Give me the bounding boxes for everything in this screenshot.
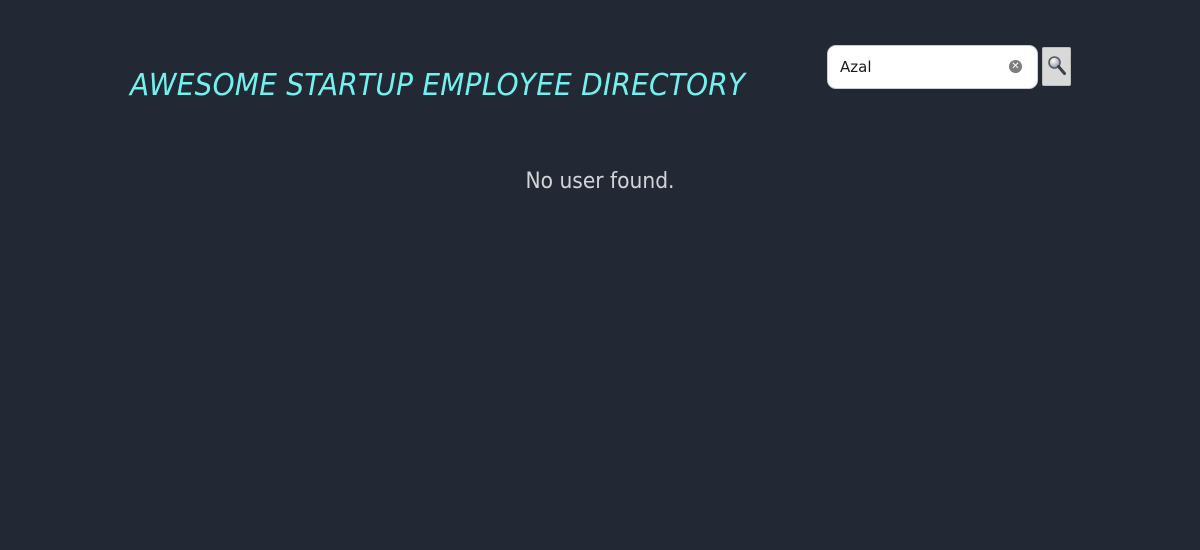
clear-icon[interactable]: ✕ [1009,60,1022,73]
page-title: AWESOME STARTUP EMPLOYEE DIRECTORY [130,68,746,103]
search-input[interactable] [840,46,1005,88]
search-box: ✕ [827,45,1038,89]
page: AWESOME STARTUP EMPLOYEE DIRECTORY ✕ No … [0,0,1200,550]
magnifying-glass-icon [1048,56,1066,75]
no-results-message: No user found. [525,169,675,194]
search-button[interactable] [1042,47,1071,86]
